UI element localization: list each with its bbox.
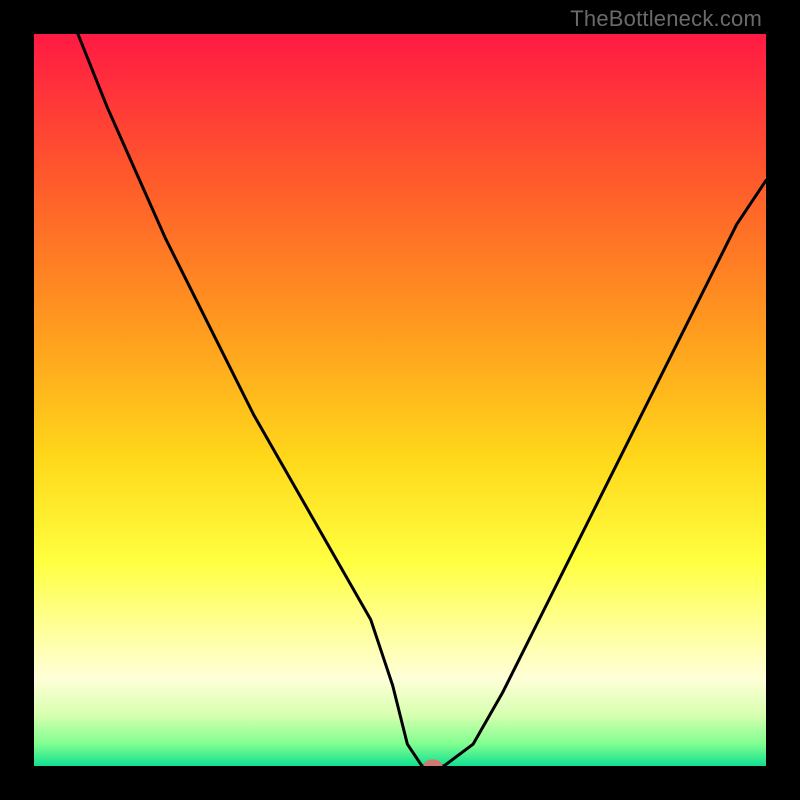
chart-container: { "attribution": "TheBottleneck.com", "c… bbox=[0, 0, 800, 800]
attribution-text: TheBottleneck.com bbox=[570, 6, 762, 32]
bottleneck-chart bbox=[34, 34, 766, 766]
gradient-background bbox=[34, 34, 766, 766]
